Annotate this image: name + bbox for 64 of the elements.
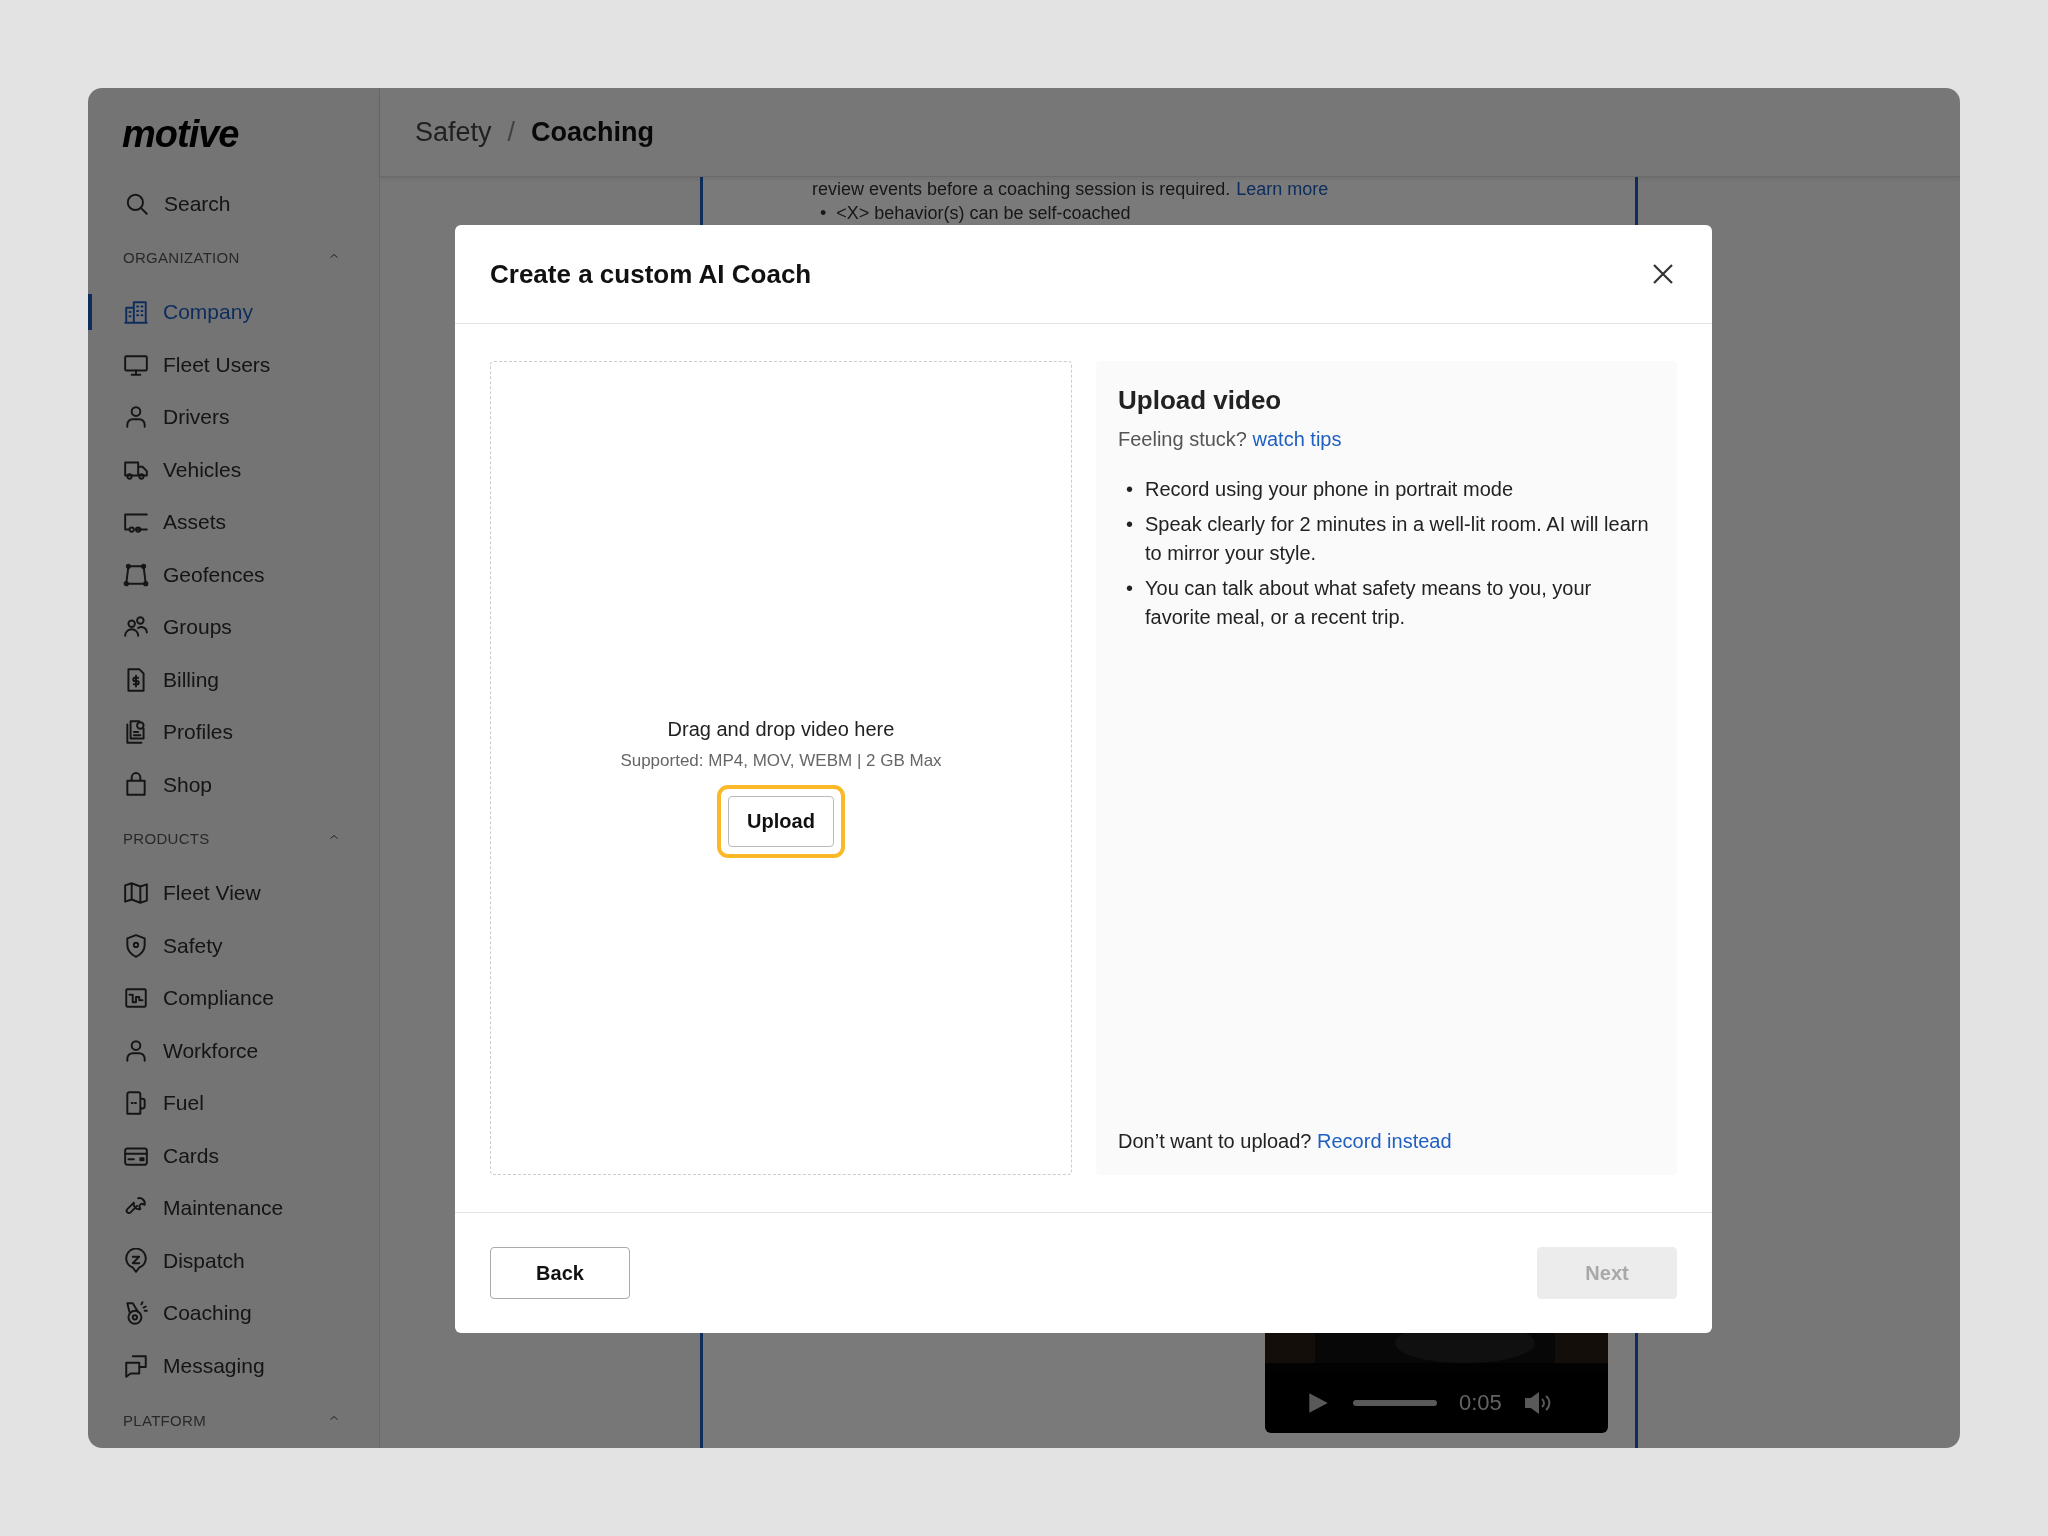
bullet-mark: • [1126,512,1133,537]
section-heading: ORGANIZATION [123,249,240,267]
nav-item[interactable]: Workforce [88,1024,379,1077]
upload-button[interactable]: Upload [728,796,834,847]
nav-item[interactable]: Messaging [88,1339,379,1393]
nav-item[interactable]: Fuel [88,1077,379,1130]
nav-item[interactable]: Groups [88,600,379,654]
nav-item[interactable]: Dispatch [88,1234,379,1288]
logo[interactable]: motive [122,112,239,156]
video-time: 0:05 [1459,1390,1502,1416]
chat-icon [123,1352,149,1379]
breadcrumb-separator: / [507,116,516,148]
hint-text: Don’t want to upload? [1118,1130,1312,1152]
close-icon [1652,263,1674,285]
hint-text: Feeling stuck? [1118,428,1247,450]
video-player[interactable]: 0:05 [1265,1333,1608,1433]
bullet-text: Record using your phone in portrait mode [1145,477,1513,502]
record-instead-link[interactable]: Record instead [1317,1130,1452,1152]
polygon-icon [123,561,149,588]
bag-icon [123,771,149,798]
nav-item[interactable]: Company [88,285,379,339]
drop-zone-title: Drag and drop video here [667,718,895,741]
page-title: Coaching [531,116,655,148]
nav-item[interactable]: Vehicles [88,443,379,496]
bullet-mark: • [820,202,827,224]
section-heading: PRODUCTS [123,830,210,848]
nav-item[interactable]: Billing [88,653,379,706]
dialog-title: Create a custom AI Coach [490,258,812,290]
search-item[interactable]: Search [124,178,231,230]
nav-item[interactable]: Maintenance [88,1182,379,1235]
nav-item[interactable]: Geofences [88,548,379,601]
panel-title: Upload video [1118,385,1283,416]
format-hint: Supported: MP4, MOV, WEBM | 2 GB Max [620,751,942,771]
person-icon [123,1037,149,1064]
section-heading: PLATFORM [123,1411,206,1429]
learn-more-link[interactable]: Learn more [1236,179,1329,199]
nav-item[interactable]: Profiles [88,705,379,759]
breadcrumb-link[interactable]: Safety [415,116,492,148]
nav-item[interactable]: Compliance [88,971,379,1025]
nav-item[interactable]: Shop [88,758,379,811]
shield-icon [123,932,149,959]
nav-item[interactable]: Cards [88,1129,379,1182]
fuel-pump-icon [123,1090,149,1117]
nav-item[interactable]: Fleet View [88,866,379,920]
nav-item[interactable]: Safety [88,919,379,972]
nav-item[interactable]: Drivers [88,390,379,444]
nav-item[interactable]: Coaching [88,1287,379,1340]
bullet-mark: • [1126,477,1133,502]
seek-bar[interactable] [1353,1400,1437,1406]
watch-tips-link[interactable]: watch tips [1252,428,1342,450]
person-icon [123,404,149,431]
description-text: review events before a coaching session is required. Learn more [812,178,1330,200]
drop-zone[interactable]: Drag and drop video here Supported: MP4, MOV, WEBM | 2 GB Max Upload [490,361,1072,1175]
map-icon [123,880,149,907]
bullet-text: <X> behavior(s) can be self-coached [836,202,1131,224]
back-button[interactable]: Back [490,1247,630,1299]
building-icon [123,299,149,326]
nav-item[interactable]: Assets [88,495,379,549]
bullet-text: You can talk about what safety means to you, your favorite meal, or a recent trip. [1145,576,1593,630]
bullet-text: Speak clearly for 2 minutes in a well-lit room. AI will learn to mirror your style. [1145,512,1650,566]
whistle-icon [123,1300,149,1327]
bullet-mark: • [1126,576,1133,601]
pin-icon [123,1247,149,1274]
nav-item[interactable]: Fleet Users [88,338,379,391]
